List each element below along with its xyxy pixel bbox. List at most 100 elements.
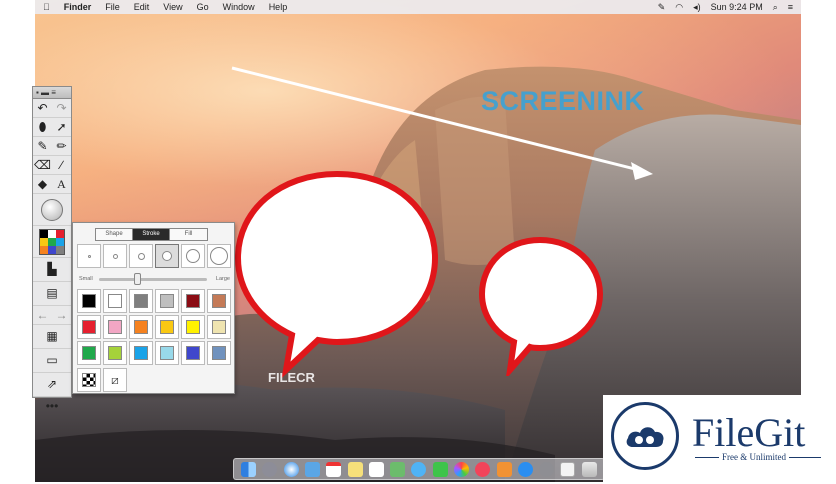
panel-tabs: Shape Stroke Fill: [95, 228, 208, 241]
toolbar-row-screen: ▭: [33, 349, 71, 373]
toolbar-row-more: •••: [33, 397, 71, 416]
color-swatch-fill: [186, 320, 200, 334]
color-swatch[interactable]: [155, 289, 179, 313]
eraser-icon[interactable]: ⌫: [34, 157, 51, 174]
color-swatch[interactable]: [155, 341, 179, 365]
stroke-size-2[interactable]: [103, 244, 127, 268]
preferences-icon[interactable]: [539, 461, 555, 477]
color-swatch-fill: [82, 346, 96, 360]
mail-icon[interactable]: [304, 461, 320, 477]
redo-icon[interactable]: ↷: [53, 100, 70, 117]
toolbar-row-grid: ▦: [33, 325, 71, 349]
save-file-icon[interactable]: ▙: [44, 261, 61, 278]
stroke-size-1[interactable]: [77, 244, 101, 268]
color-swatch[interactable]: [181, 289, 205, 313]
app-store-icon[interactable]: [517, 461, 533, 477]
color-swatch-fill: [186, 346, 200, 360]
color-swatch[interactable]: [103, 289, 127, 313]
undo-icon[interactable]: ↶: [34, 100, 51, 117]
stroke-size-options: [77, 244, 231, 268]
stroke-size-dial[interactable]: [33, 194, 71, 226]
toolbar-row-pens: ✎ ✏: [33, 137, 71, 156]
slider-knob[interactable]: [134, 273, 142, 285]
screenink-toolbar: ▪ ▬ ≡ ↶ ↷ ⬮ ➚ ✎ ✏ ⌫ ∕ ◆ A ▙ ▤ ← → ▦ ▭ ⇗ …: [32, 86, 72, 413]
stroke-size-4[interactable]: [155, 244, 179, 268]
maps-icon[interactable]: [390, 461, 406, 477]
tab-fill[interactable]: Fill: [170, 229, 207, 240]
document-icon[interactable]: [560, 461, 576, 477]
toolbar-row-whiteboard: ▤: [33, 282, 71, 306]
safari-icon[interactable]: [283, 461, 299, 477]
calendar-icon[interactable]: [326, 461, 342, 477]
toolbar-titlebar[interactable]: ▪ ▬ ≡: [33, 87, 71, 99]
finder-icon[interactable]: [241, 461, 257, 477]
stroke-size-5[interactable]: [181, 244, 205, 268]
pen-icon[interactable]: ✎: [34, 138, 51, 155]
marker-icon[interactable]: ✏: [53, 138, 70, 155]
line-icon[interactable]: ∕: [53, 157, 70, 174]
screen-icon[interactable]: ▭: [44, 352, 61, 369]
color-swatch[interactable]: [103, 341, 127, 365]
more-icon[interactable]: •••: [44, 398, 61, 415]
stroke-size-6[interactable]: [207, 244, 231, 268]
messages-icon[interactable]: [411, 461, 427, 477]
music-icon[interactable]: [475, 461, 491, 477]
trash-icon[interactable]: [581, 461, 597, 477]
color-swatch-fill: [186, 294, 200, 308]
color-swatch[interactable]: [181, 315, 205, 339]
color-swatch[interactable]: [155, 315, 179, 339]
books-icon[interactable]: [496, 461, 512, 477]
share-icon[interactable]: ⇗: [44, 376, 61, 393]
speech-bubble-small: [478, 236, 604, 376]
text-tool-icon[interactable]: A: [53, 176, 70, 193]
toolbar-row-history: ↶ ↷: [33, 99, 71, 118]
whiteboard-icon[interactable]: ▤: [44, 285, 61, 302]
filegit-tagline: Free & Unlimited: [719, 452, 789, 462]
slider-large-label: Large: [215, 276, 230, 282]
color-swatch[interactable]: [129, 315, 153, 339]
reminders-icon[interactable]: [368, 461, 384, 477]
palette-icon: [39, 228, 65, 255]
tab-shape[interactable]: Shape: [96, 229, 133, 240]
color-swatch-fill: [160, 320, 174, 334]
slider-track[interactable]: [99, 273, 207, 285]
next-page-icon[interactable]: →: [53, 307, 70, 324]
notes-icon[interactable]: [347, 461, 363, 477]
stroke-size-3[interactable]: [129, 244, 153, 268]
color-swatch[interactable]: [77, 289, 101, 313]
color-swatch[interactable]: [207, 315, 231, 339]
dial-icon: [41, 198, 63, 221]
color-swatch-fill: [212, 294, 226, 308]
annotation-text: SCREENINK: [481, 86, 645, 116]
shapes-icon[interactable]: ◆: [34, 176, 51, 193]
launchpad-icon[interactable]: [262, 461, 278, 477]
toolbar-window-controls[interactable]: ▪ ▬ ≡: [36, 88, 56, 97]
color-swatch[interactable]: [129, 341, 153, 365]
color-swatch-fill: [134, 320, 148, 334]
grid-icon[interactable]: ▦: [44, 328, 61, 345]
transparent-swatch[interactable]: [77, 368, 101, 392]
color-swatch-fill: [160, 294, 174, 308]
stroke-size-slider[interactable]: Small Large: [77, 272, 232, 286]
pointer-icon[interactable]: ➚: [53, 119, 70, 136]
tab-stroke[interactable]: Stroke: [133, 229, 170, 240]
checker-icon: [82, 373, 96, 387]
color-swatch[interactable]: [207, 289, 231, 313]
color-swatch[interactable]: [207, 341, 231, 365]
facetime-icon[interactable]: [432, 461, 448, 477]
color-swatch[interactable]: [129, 289, 153, 313]
color-swatch[interactable]: [77, 315, 101, 339]
toolbar-row-share: ⇗: [33, 373, 71, 397]
eraser-cursor-icon[interactable]: ⬮: [34, 119, 51, 136]
toolbar-row-select: ⬮ ➚: [33, 118, 71, 137]
color-swatch[interactable]: [181, 341, 205, 365]
previous-page-icon[interactable]: ←: [34, 307, 51, 324]
color-swatch[interactable]: [77, 341, 101, 365]
stroke-style-panel: Shape Stroke Fill Small Large ⧄: [72, 222, 235, 394]
extra-tools-row: ⧄: [77, 368, 127, 392]
color-swatches: [77, 289, 231, 365]
color-picker-button[interactable]: [33, 226, 71, 258]
color-swatch[interactable]: [103, 315, 127, 339]
custom-color-button[interactable]: ⧄: [103, 368, 127, 392]
photos-icon[interactable]: [453, 461, 469, 477]
